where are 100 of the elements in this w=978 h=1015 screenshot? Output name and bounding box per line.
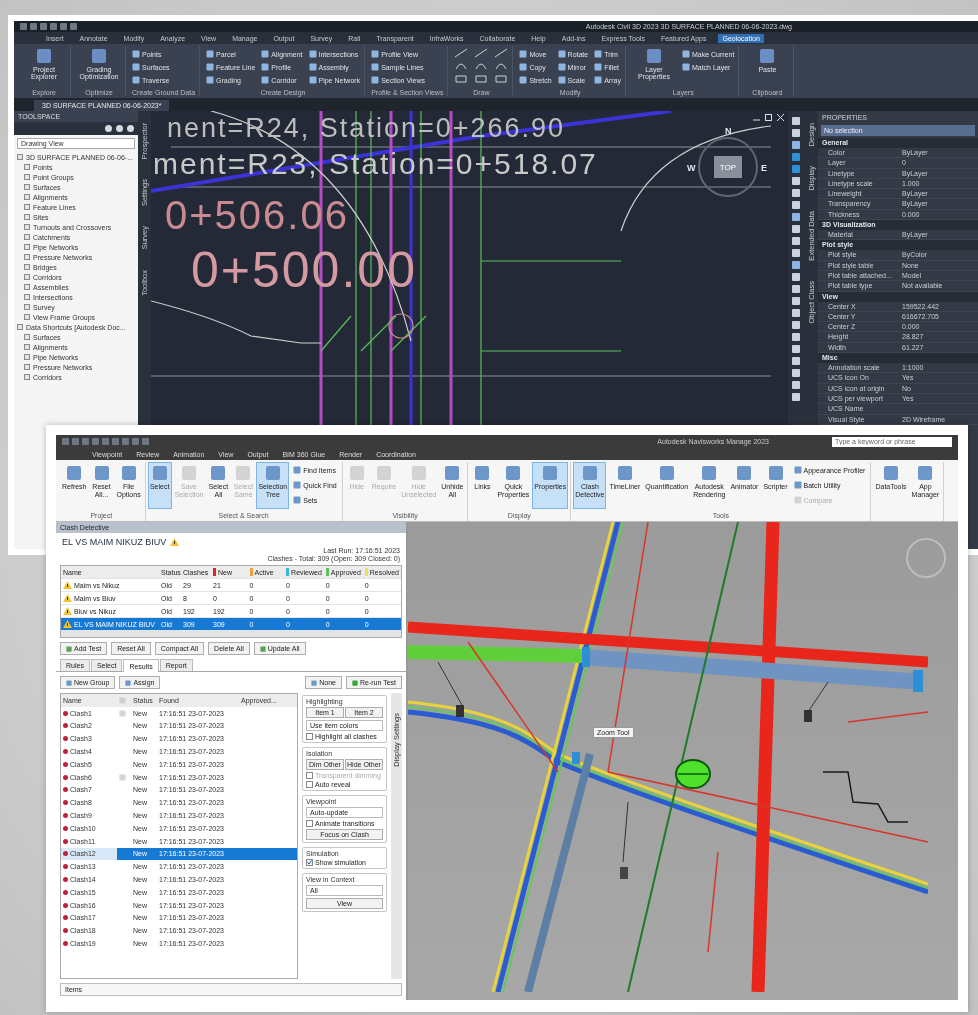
tool-icon xyxy=(259,645,266,652)
tool-icon xyxy=(736,465,753,481)
tool-icon xyxy=(210,465,227,481)
draw-tool-icon[interactable] xyxy=(494,61,509,71)
clash-dot-icon xyxy=(63,800,68,806)
tool-icon xyxy=(645,48,662,64)
maximize-icon[interactable] xyxy=(765,114,772,121)
tool-icon xyxy=(125,679,132,686)
tool-icon xyxy=(181,465,198,481)
tree-node-icon xyxy=(24,354,30,360)
clash-dot-icon xyxy=(63,851,68,857)
tool-icon xyxy=(917,465,934,481)
draw-tool-icon[interactable] xyxy=(454,74,469,84)
tool-icon xyxy=(505,465,522,481)
tool-icon xyxy=(410,465,427,481)
tool-icon xyxy=(264,465,281,481)
checkbox[interactable] xyxy=(306,781,313,788)
warning-icon xyxy=(63,607,72,615)
tree-node-icon xyxy=(24,314,30,320)
warning-icon xyxy=(63,620,72,628)
checkbox[interactable] xyxy=(306,859,313,866)
tool-icon xyxy=(348,465,365,481)
tree-node-icon xyxy=(24,234,30,240)
warning-icon xyxy=(63,594,72,602)
warning-icon xyxy=(170,538,180,546)
tree-node-icon xyxy=(17,154,23,160)
clash-dot-icon xyxy=(63,723,68,729)
tree-node-icon xyxy=(24,164,30,170)
scrollbar[interactable] xyxy=(61,631,401,637)
tool-icon xyxy=(151,465,168,481)
tool-icon xyxy=(120,465,137,481)
clash-dot-icon xyxy=(63,915,68,921)
checkbox[interactable] xyxy=(306,733,313,740)
compass-label: N xyxy=(725,126,732,136)
tool-icon xyxy=(658,465,675,481)
tree-node-icon xyxy=(24,274,30,280)
tool-icon xyxy=(351,679,358,686)
clash-dot-icon xyxy=(63,902,68,908)
draw-tool-icon[interactable] xyxy=(454,61,469,71)
tree-node-icon xyxy=(24,374,30,380)
tool-icon xyxy=(66,465,83,481)
clash-dot-icon xyxy=(63,825,68,831)
tool-icon xyxy=(542,465,559,481)
clash-dot-icon xyxy=(63,710,68,716)
tree-node-icon xyxy=(24,244,30,250)
clash-dot-icon xyxy=(63,774,68,780)
tree-node-icon xyxy=(24,184,30,190)
tool-icon xyxy=(759,48,776,64)
help-icon[interactable] xyxy=(127,125,134,132)
tool-icon xyxy=(474,465,491,481)
close-icon[interactable] xyxy=(777,114,784,121)
tool-icon xyxy=(66,679,72,686)
clash-dot-icon xyxy=(63,787,68,793)
tool-icon xyxy=(616,465,633,481)
draw-tool-icon[interactable] xyxy=(494,74,509,84)
clash-dot-icon xyxy=(63,736,68,742)
tree-node-icon xyxy=(24,194,30,200)
test-name: EL VS MAIM NIKUZ BIUV xyxy=(62,537,167,547)
tree-node-icon xyxy=(24,224,30,230)
tool-icon xyxy=(235,465,252,481)
tree-node-icon xyxy=(24,264,30,270)
tree-node-icon xyxy=(24,214,30,220)
draw-tool-icon[interactable] xyxy=(474,48,489,58)
tool-icon xyxy=(883,465,899,481)
tree-node-icon xyxy=(24,174,30,180)
draw-tool-icon[interactable] xyxy=(494,48,509,58)
tree-node-icon xyxy=(24,364,30,370)
clash-dot-icon xyxy=(63,864,68,870)
compass-label: E xyxy=(761,163,767,173)
clash-dot-icon xyxy=(63,761,68,767)
tool-icon xyxy=(701,465,718,481)
warning-icon xyxy=(63,581,72,589)
tool-icon xyxy=(36,48,52,64)
tree-node-icon xyxy=(24,304,30,310)
compass-label: W xyxy=(687,163,696,173)
clash-dot-icon xyxy=(63,889,68,895)
checkbox[interactable] xyxy=(306,820,313,827)
draw-tool-icon[interactable] xyxy=(474,74,489,84)
tool-icon xyxy=(91,48,107,64)
tree-node-icon xyxy=(24,254,30,260)
clash-dot-icon xyxy=(63,838,68,844)
tool-icon xyxy=(581,465,598,481)
tool-icon xyxy=(311,679,318,686)
tool-icon xyxy=(767,465,784,481)
tool-icon xyxy=(375,465,392,481)
tree-node-icon xyxy=(17,324,23,330)
clash-dot-icon xyxy=(63,928,68,934)
clash-dot-icon xyxy=(63,813,68,819)
tree-node-icon xyxy=(24,204,30,210)
clash-dot-icon xyxy=(63,877,68,883)
clash-dot-icon xyxy=(63,941,68,947)
tool-icon xyxy=(444,465,461,481)
tree-node-icon xyxy=(24,294,30,300)
tool-icon xyxy=(93,465,110,481)
tool-icon xyxy=(66,645,72,652)
draw-tool-icon[interactable] xyxy=(454,48,469,58)
draw-tool-icon[interactable] xyxy=(474,61,489,71)
tree-node-icon xyxy=(24,344,30,350)
tree-node-icon xyxy=(24,334,30,340)
clash-dot-icon xyxy=(63,749,68,755)
